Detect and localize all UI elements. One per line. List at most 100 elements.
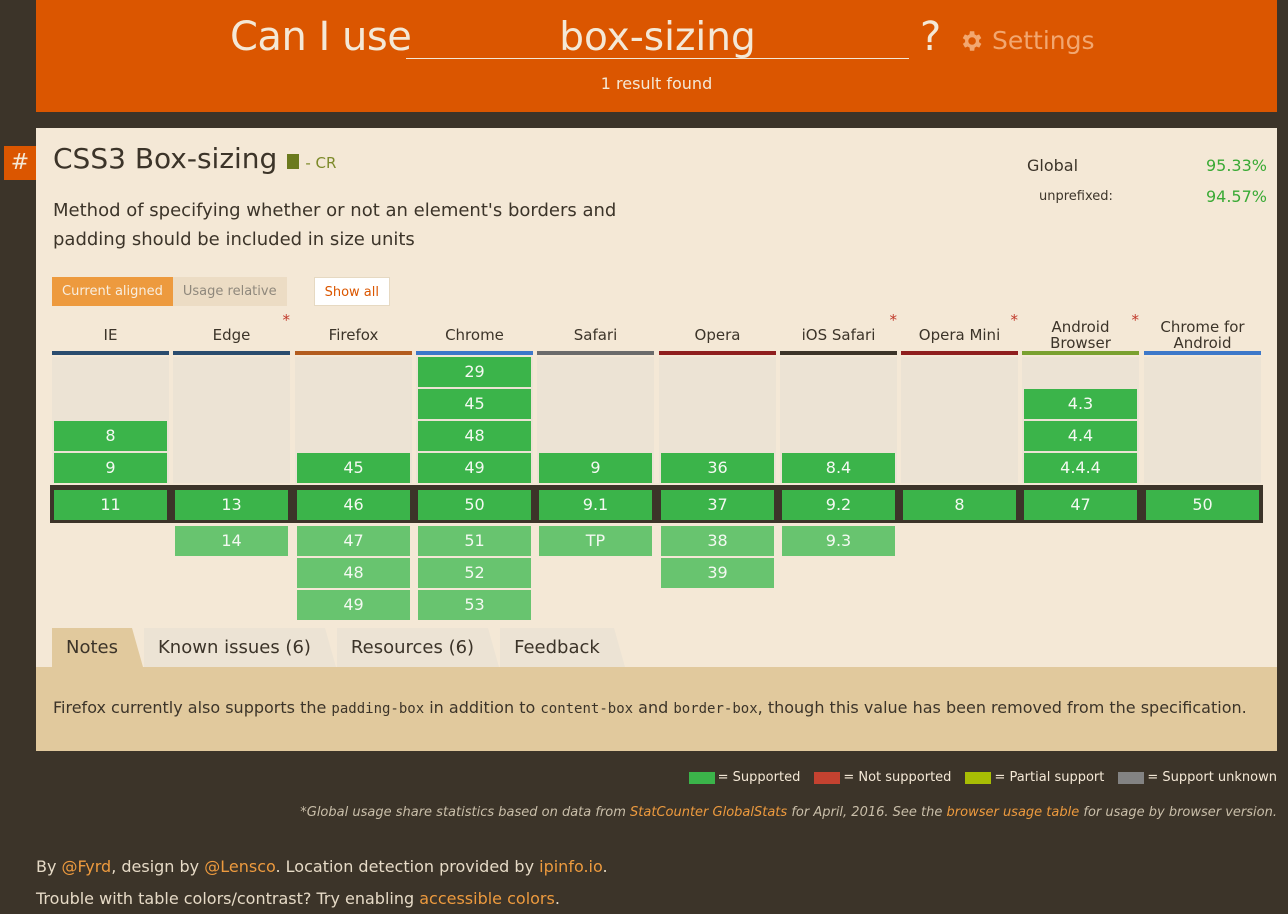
version-cell-past[interactable]: 9 — [54, 453, 167, 483]
version-cell-future[interactable]: 47 — [297, 526, 410, 556]
ipinfo-link[interactable]: ipinfo.io — [539, 857, 602, 876]
browser-color-bar — [173, 351, 290, 355]
legend-swatch — [814, 771, 841, 784]
version-cell-current[interactable]: 50 — [1146, 490, 1259, 520]
fyrd-link[interactable]: @Fyrd — [62, 857, 112, 876]
version-cell-past[interactable]: 36 — [661, 453, 774, 483]
note-asterisk[interactable]: * — [1132, 312, 1140, 328]
notes-text: Firefox currently also supports the — [53, 698, 332, 717]
browser-color-bar — [416, 351, 533, 355]
version-cell-future[interactable]: TP — [539, 526, 652, 556]
browser-support-table: IE 8 9 11 Edge * 13 14 Firefox 45 46 47 48 49 Chrome 29… — [52, 312, 1262, 620]
note-asterisk[interactable]: * — [283, 312, 291, 328]
show-all-button[interactable]: Show all — [313, 277, 390, 306]
footer-text: , design by — [111, 857, 205, 876]
version-cell-future[interactable]: 48 — [297, 558, 410, 588]
notes-code: border-box — [673, 701, 758, 717]
version-cell-past[interactable]: 45 — [418, 389, 531, 419]
notes-code: padding-box — [331, 701, 425, 717]
version-cell-future[interactable]: 39 — [661, 558, 774, 588]
version-cell-future[interactable]: 38 — [661, 526, 774, 556]
gear-icon — [962, 30, 982, 51]
stat-note-text: *Global usage share statistics based on … — [300, 805, 631, 820]
version-cell-past[interactable]: 8 — [54, 421, 167, 451]
version-cell-current[interactable]: 46 — [297, 490, 410, 520]
view-toggles: Current aligned Usage relative Show all — [52, 277, 390, 306]
statistics-note: *Global usage share statistics based on … — [300, 805, 1277, 820]
browser-name: Chrome — [445, 326, 504, 344]
browser-header-opera-mini: Opera Mini * — [901, 312, 1019, 356]
browser-color-bar — [52, 351, 169, 355]
feature-card: CSS3 Box-sizing - CR Method of specifyin… — [36, 128, 1277, 751]
legend-swatch — [965, 771, 992, 784]
legend-swatch — [688, 771, 715, 784]
version-cell-current[interactable]: 9.2 — [782, 490, 895, 520]
header-question-mark: ? — [920, 14, 942, 60]
lensco-link[interactable]: @Lensco — [204, 857, 275, 876]
version-cell-future[interactable]: 52 — [418, 558, 531, 588]
version-cell-current[interactable]: 50 — [418, 490, 531, 520]
notes-text: in addition to — [424, 698, 541, 717]
accessible-colors-link[interactable]: accessible colors — [419, 889, 555, 908]
version-cell-current[interactable]: 8 — [903, 490, 1016, 520]
browser-usage-table-link[interactable]: browser usage table — [947, 805, 1080, 820]
version-cell-past[interactable]: 29 — [418, 357, 531, 387]
browser-header-safari: Safari — [537, 314, 654, 356]
legend-item: = Not supported — [814, 770, 951, 785]
version-cell-past[interactable]: 8.4 — [782, 453, 895, 483]
version-cell-past[interactable]: 9 — [539, 453, 652, 483]
browser-name: Safari — [573, 326, 618, 344]
legend-item: = Support unknown — [1118, 770, 1277, 785]
version-cell-current[interactable]: 13 — [175, 490, 288, 520]
version-cell-current[interactable]: 9.1 — [539, 490, 652, 520]
browser-name: Opera Mini — [918, 326, 1001, 344]
usage-relative-toggle[interactable]: Usage relative — [172, 277, 287, 306]
version-cell-current[interactable]: 11 — [54, 490, 167, 520]
browser-name: Android Browser — [1050, 318, 1111, 352]
support-legend: = Supported = Not supported = Partial supp… — [688, 770, 1277, 785]
global-percentage: 95.33% — [1205, 156, 1267, 175]
browser-header-ie: IE — [52, 314, 169, 356]
version-cell-future[interactable]: 14 — [175, 526, 288, 556]
version-cell-future[interactable]: 53 — [418, 590, 531, 620]
tab-notes[interactable]: Notes — [52, 628, 143, 667]
feature-anchor-link[interactable]: # — [4, 146, 36, 180]
version-cell-current[interactable]: 47 — [1024, 490, 1137, 520]
footer-text: . — [602, 857, 608, 876]
version-cell-past[interactable]: 49 — [418, 453, 531, 483]
tab-feedback[interactable]: Feedback — [500, 628, 625, 667]
footer-text: . Location detection provided by — [275, 857, 540, 876]
browser-color-bar — [780, 351, 897, 355]
current-aligned-toggle[interactable]: Current aligned — [52, 277, 173, 306]
version-cell-past[interactable]: 48 — [418, 421, 531, 451]
version-cell-past[interactable]: 4.3 — [1024, 389, 1137, 419]
tab-resources[interactable]: Resources (6) — [336, 628, 500, 667]
footer-text: . — [554, 889, 560, 908]
legend-label: = Support unknown — [1147, 770, 1277, 785]
info-tabs: Notes Known issues (6) Resources (6) Feedba… — [52, 628, 626, 667]
settings-button[interactable]: Settings — [958, 26, 1095, 55]
document-icon[interactable] — [287, 154, 300, 169]
global-label: Global — [1027, 156, 1079, 175]
tab-known-issues[interactable]: Known issues (6) — [144, 628, 336, 667]
version-cell-past[interactable]: 4.4.4 — [1024, 453, 1137, 483]
unprefixed-label: unprefixed: — [1039, 189, 1113, 204]
search-input[interactable]: box-sizing — [406, 12, 909, 60]
version-cell-past[interactable]: 4.4 — [1024, 421, 1137, 451]
note-asterisk[interactable]: * — [890, 312, 898, 328]
version-cell-future[interactable]: 49 — [297, 590, 410, 620]
footer-text: Trouble with table colors/contrast? Try … — [36, 889, 420, 908]
version-cell-future[interactable]: 9.3 — [782, 526, 895, 556]
header-prefix: Can I use — [230, 14, 412, 60]
notes-text: , though this value has been removed fro… — [757, 698, 1247, 717]
spec-status[interactable]: - CR — [305, 154, 336, 172]
legend-label: = Supported — [717, 770, 801, 785]
version-cell-future[interactable]: 51 — [418, 526, 531, 556]
browser-color-bar — [901, 351, 1018, 355]
browser-name: Chrome for Android — [1160, 318, 1245, 352]
note-asterisk[interactable]: * — [1011, 312, 1019, 328]
version-cell-past[interactable]: 45 — [297, 453, 410, 483]
browser-name: iOS Safari — [801, 326, 876, 344]
version-cell-current[interactable]: 37 — [661, 490, 774, 520]
statcounter-link[interactable]: StatCounter GlobalStats — [630, 805, 787, 820]
